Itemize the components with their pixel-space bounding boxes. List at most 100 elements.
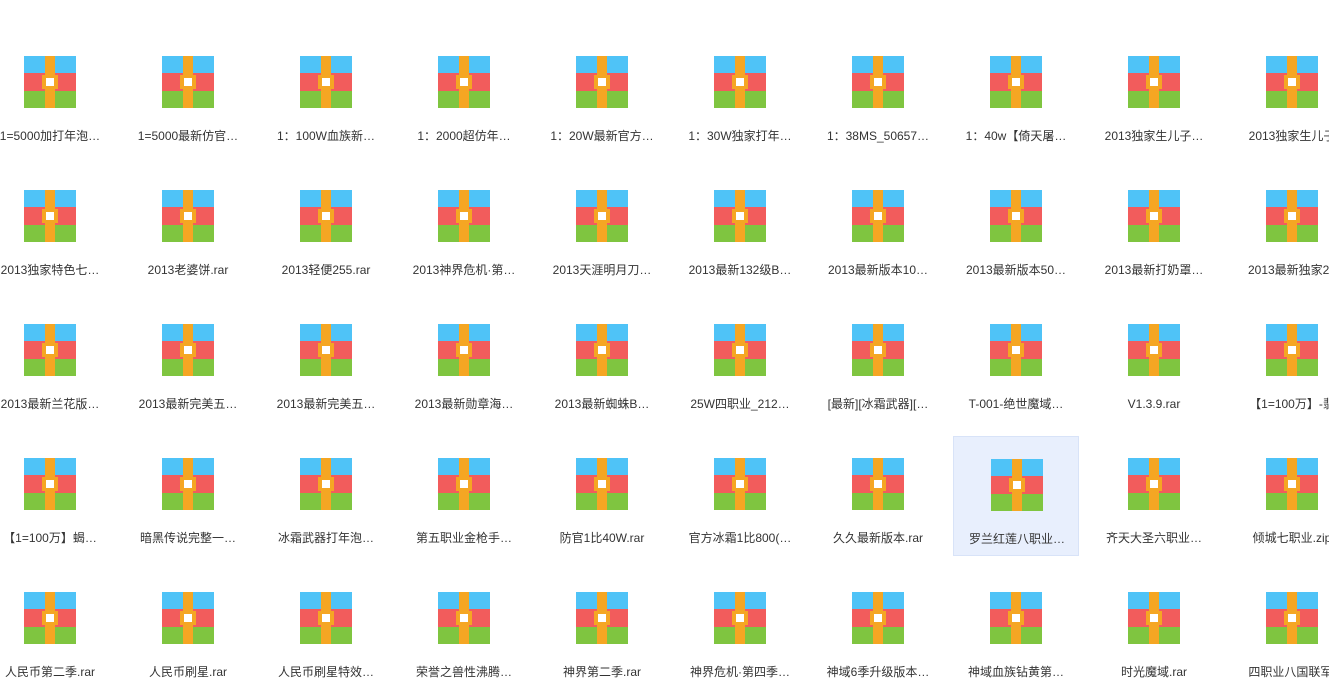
file-item[interactable]: V1.3.9.rar bbox=[1091, 302, 1217, 422]
archive-file-icon bbox=[990, 56, 1042, 108]
file-name-label: 1：2000超仿年… bbox=[417, 129, 511, 143]
file-item[interactable]: 1：40w【倚天屠… bbox=[953, 34, 1079, 154]
file-name-label: 2013最新打奶罩… bbox=[1104, 263, 1204, 277]
archive-file-icon bbox=[576, 592, 628, 644]
archive-file-icon bbox=[24, 592, 76, 644]
file-name-label: 暗黑传说完整一… bbox=[139, 531, 236, 545]
file-item[interactable]: 2013最新勋章海… bbox=[401, 302, 527, 422]
archive-file-icon bbox=[438, 56, 490, 108]
file-item[interactable]: 2-9-1-45W主者… bbox=[263, 0, 389, 20]
file-item[interactable]: 1：38MS_50657… bbox=[815, 34, 941, 154]
file-item[interactable]: 人民币刷星.rar bbox=[125, 570, 251, 688]
file-name-label: 1：30W独家打年… bbox=[688, 129, 792, 143]
file-item[interactable]: 1=5000最新仿官… bbox=[125, 34, 251, 154]
file-item[interactable]: 久久最新版本.rar bbox=[815, 436, 941, 556]
file-item[interactable]: 2013最新版本50… bbox=[953, 168, 1079, 288]
file-item[interactable]: 2013独家生儿子 bbox=[1229, 34, 1329, 154]
file-item[interactable]: 2013最新完美五… bbox=[125, 302, 251, 422]
file-item[interactable]: 2013最新打奶罩… bbox=[1091, 168, 1217, 288]
file-item[interactable]: 神域血族钻黄第… bbox=[953, 570, 1079, 688]
file-item[interactable]: [最新][冰霜武器][… bbox=[815, 302, 941, 422]
file-item[interactable]: T-002-1=27[六… bbox=[539, 0, 665, 20]
archive-file-icon bbox=[162, 56, 214, 108]
archive-file-icon bbox=[162, 458, 214, 510]
archive-file-icon bbox=[714, 458, 766, 510]
archive-file-icon bbox=[714, 56, 766, 108]
archive-file-icon bbox=[576, 458, 628, 510]
file-item[interactable]: 神界第二季.rar bbox=[539, 570, 665, 688]
archive-file-icon bbox=[438, 458, 490, 510]
file-item[interactable]: 2013独家特色七… bbox=[0, 168, 113, 288]
archive-file-icon bbox=[714, 190, 766, 242]
archive-file-icon bbox=[714, 56, 766, 108]
archive-file-icon bbox=[1266, 592, 1318, 644]
archive-file-icon bbox=[990, 592, 1042, 644]
file-item[interactable]: 神域6季升级版本… bbox=[815, 570, 941, 688]
file-item[interactable]: T-001-绝世魔域… bbox=[953, 302, 1079, 422]
file-item[interactable]: 1：30W独家打年… bbox=[677, 34, 803, 154]
file-item[interactable]: 暗黑传说完整一… bbox=[125, 436, 251, 556]
file-name-label: V1.3.9.rar bbox=[1127, 397, 1181, 411]
file-item[interactable]: 25W四职业_212… bbox=[677, 302, 803, 422]
file-item[interactable]: 2013最新蜘蛛B… bbox=[539, 302, 665, 422]
file-name-label: 2013神界危机·第… bbox=[412, 263, 516, 277]
file-item[interactable]: 2013最新兰花版… bbox=[0, 302, 113, 422]
file-item[interactable]: 冰霜武器打年泡… bbox=[263, 436, 389, 556]
file-item[interactable]: 1：2000超仿年… bbox=[401, 34, 527, 154]
file-item[interactable]: 2013轻便255.rar bbox=[263, 168, 389, 288]
file-item[interactable]: 倾城七职业.zip bbox=[1229, 436, 1329, 556]
archive-file-icon bbox=[24, 324, 76, 376]
file-name-label: 防官1比40W.rar bbox=[559, 531, 645, 545]
file-item[interactable]: 防官1比40W.rar bbox=[539, 436, 665, 556]
file-row: 人民币第二季.rar 人民币刷星.rar 人民币刷星特效… 荣誉之兽性沸腾… 神界第二季… bbox=[0, 570, 1329, 688]
file-item[interactable]: 529魔域完美6职… bbox=[677, 0, 803, 20]
file-item[interactable]: 时光魔域.rar bbox=[1091, 570, 1217, 688]
file-item[interactable]: 911魔域完美6职… bbox=[815, 0, 941, 20]
file-item[interactable]: 2013老婆饼.rar bbox=[125, 168, 251, 288]
file-item[interactable]: 官方冰霜1比800(… bbox=[677, 436, 803, 556]
file-item[interactable]: 罗兰红莲八职业… bbox=[953, 436, 1079, 556]
file-item[interactable]: 91修正版.zip bbox=[1229, 0, 1329, 20]
file-item[interactable]: 【1=100万】-翡 bbox=[1229, 302, 1329, 422]
file-item[interactable]: 翻易版本.zip bbox=[953, 0, 1079, 20]
file-item[interactable]: 荣誉之兽性沸腾… bbox=[401, 570, 527, 688]
file-name-label: 2013独家特色七… bbox=[0, 263, 100, 277]
archive-file-icon bbox=[438, 190, 490, 242]
file-name-label: 2013最新完美五… bbox=[138, 397, 238, 411]
file-item[interactable]: 幻影WiFi各大版… bbox=[0, 0, 113, 20]
file-name-label: 2013最新完美五… bbox=[276, 397, 376, 411]
archive-file-icon bbox=[1266, 56, 1318, 108]
file-name-label: 2013老婆饼.rar bbox=[147, 263, 229, 277]
file-item[interactable]: 1：20W最新官方… bbox=[539, 34, 665, 154]
file-item[interactable]: 齐天大圣六职业… bbox=[1091, 436, 1217, 556]
file-row: 【1=100万】蝎… 暗黑传说完整一… 冰霜武器打年泡… 第五职业金枪手… 防官1比40… bbox=[0, 436, 1329, 570]
file-item[interactable]: 9圣元修改版.zip bbox=[1091, 0, 1217, 20]
file-item[interactable]: 神界危机·第四季… bbox=[677, 570, 803, 688]
file-item[interactable]: 1=5000加打年泡… bbox=[0, 34, 113, 154]
archive-file-icon bbox=[990, 190, 1042, 242]
file-item[interactable]: 1：100W血族新… bbox=[263, 34, 389, 154]
archive-file-icon bbox=[162, 190, 214, 242]
file-item[interactable]: 2013最新132级B… bbox=[677, 168, 803, 288]
file-item[interactable]: 2013最新完美五… bbox=[263, 302, 389, 422]
file-item[interactable]: 2013独家生儿子… bbox=[1091, 34, 1217, 154]
archive-file-icon bbox=[300, 190, 352, 242]
file-item[interactable]: 修仙界3商业升区… bbox=[401, 0, 527, 20]
file-item[interactable]: 2013神界危机·第… bbox=[401, 168, 527, 288]
file-name-label: 2013独家生儿子… bbox=[1104, 129, 1204, 143]
file-item[interactable]: 2013最新版本10… bbox=[815, 168, 941, 288]
file-item[interactable]: 第五职业金枪手… bbox=[401, 436, 527, 556]
file-item[interactable]: 【1=100万】蝎… bbox=[0, 436, 113, 556]
file-item[interactable]: 2013最新独家25 bbox=[1229, 168, 1329, 288]
archive-file-icon bbox=[1128, 458, 1180, 510]
file-item[interactable]: 游戏素材源码 bbox=[125, 0, 251, 20]
file-name-label: 2013最新版本10… bbox=[827, 263, 929, 277]
archive-file-icon bbox=[24, 592, 76, 644]
file-name-label: 2013最新兰花版… bbox=[0, 397, 100, 411]
file-item[interactable]: 人民币第二季.rar bbox=[0, 570, 113, 688]
file-name-label: 2013独家生儿子 bbox=[1248, 129, 1329, 143]
file-item[interactable]: 2013天涯明月刀… bbox=[539, 168, 665, 288]
file-name-label: 人民币第二季.rar bbox=[4, 665, 95, 679]
file-item[interactable]: 四职业八国联军. bbox=[1229, 570, 1329, 688]
file-item[interactable]: 人民币刷星特效… bbox=[263, 570, 389, 688]
